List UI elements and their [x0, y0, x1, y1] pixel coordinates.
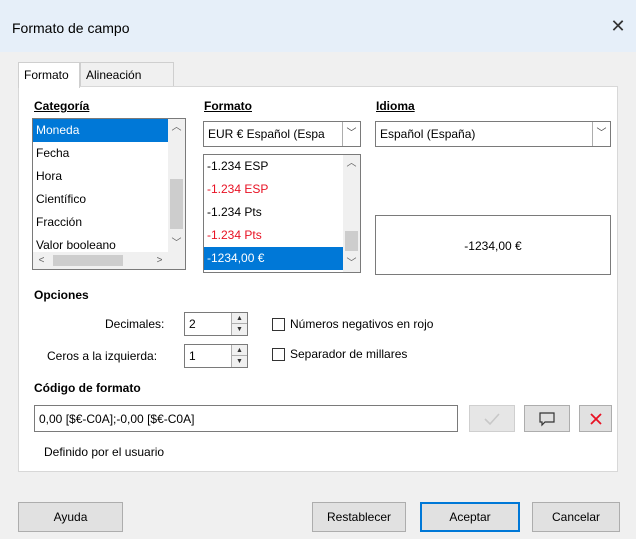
scroll-left-icon[interactable]: < — [33, 252, 50, 269]
codigo-value: 0,00 [$€-C0A];-0,00 [$€-C0A] — [39, 412, 195, 426]
scroll-down-icon[interactable]: ﹀ — [343, 255, 360, 272]
idioma-label: Idioma — [376, 99, 415, 113]
help-button[interactable]: Ayuda — [18, 502, 123, 532]
chevron-down-icon[interactable]: ﹀ — [342, 122, 360, 146]
categoria-label: Categoría — [34, 99, 89, 113]
close-icon[interactable]: ✕ — [608, 16, 628, 36]
formato-item[interactable]: -1234,00 € — [204, 247, 360, 270]
idioma-label-text: Idioma — [376, 99, 415, 113]
formato-vscrollbar[interactable]: ︿ ﹀ — [343, 155, 360, 272]
categoria-item-fraccion[interactable]: Fracción — [33, 211, 185, 234]
title-bar: Formato de campo ✕ — [0, 0, 636, 52]
idioma-combo[interactable]: Español (España) ﹀ — [375, 121, 611, 147]
comment-button[interactable] — [524, 405, 570, 432]
reset-button[interactable]: Restablecer — [312, 502, 406, 532]
cancel-button[interactable]: Cancelar — [532, 502, 620, 532]
spin-up-icon[interactable]: ▲ — [231, 345, 247, 356]
spin-up-icon[interactable]: ▲ — [231, 313, 247, 324]
categoria-item-cientifico[interactable]: Científico — [33, 188, 185, 211]
separador-millares-label: Separador de millares — [290, 347, 408, 361]
delete-code-button[interactable] — [579, 405, 612, 432]
formato-panel: Categoría Moneda Fecha Hora Científico F… — [18, 86, 618, 472]
codigo-status: Definido por el usuario — [44, 445, 165, 459]
comment-icon — [539, 411, 555, 426]
scroll-thumb[interactable] — [170, 179, 183, 229]
formato-item[interactable]: -1.234 ESP — [204, 155, 360, 178]
spin-down-icon[interactable]: ▼ — [231, 356, 247, 367]
delete-icon — [589, 412, 602, 425]
categoria-label-text: Categoría — [34, 99, 90, 113]
ceros-value: 1 — [189, 349, 196, 363]
formato-item[interactable]: -1.234 Pts — [204, 201, 360, 224]
tab-alineacion[interactable]: Alineación — [80, 62, 174, 87]
decimales-stepper[interactable]: 2 ▲ ▼ — [184, 312, 248, 336]
scroll-thumb[interactable] — [345, 231, 358, 251]
checkbox-icon[interactable] — [272, 317, 285, 331]
categoria-list[interactable]: Moneda Fecha Hora Científico Fracción Va… — [32, 118, 186, 270]
format-preview: -1234,00 € — [375, 215, 611, 275]
chevron-down-icon[interactable]: ﹀ — [592, 122, 610, 146]
scroll-down-icon[interactable]: ﹀ — [168, 235, 185, 252]
scroll-right-icon[interactable]: > — [151, 252, 168, 269]
negativos-rojo-checkbox[interactable]: Números negativos en rojo — [272, 317, 433, 331]
formato-label-text: Formato — [204, 99, 252, 113]
categoria-item-hora[interactable]: Hora — [33, 165, 185, 188]
hscroll-thumb[interactable] — [53, 255, 123, 266]
negativos-rojo-label: Números negativos en rojo — [290, 317, 434, 331]
tab-formato[interactable]: Formato — [18, 62, 80, 88]
spin-down-icon[interactable]: ▼ — [231, 324, 247, 335]
ceros-label: Ceros a la izquierda: — [47, 349, 158, 363]
decimales-value: 2 — [189, 317, 196, 331]
scroll-up-icon[interactable]: ︿ — [168, 119, 185, 136]
codigo-label: Código de formato — [34, 381, 141, 395]
preview-text: -1234,00 € — [464, 239, 522, 253]
check-icon — [484, 412, 500, 425]
categoria-hscrollbar[interactable]: < > — [33, 252, 185, 269]
confirm-code-button[interactable] — [469, 405, 515, 432]
categoria-vscrollbar[interactable]: ︿ ﹀ — [168, 119, 185, 252]
formato-item[interactable]: -1.234 ESP — [204, 178, 360, 201]
scroll-up-icon[interactable]: ︿ — [343, 155, 360, 172]
formato-combo[interactable]: EUR € Español (Espa ﹀ — [203, 121, 361, 147]
ok-button[interactable]: Aceptar — [420, 502, 520, 532]
formato-list[interactable]: -1.234 ESP -1.234 ESP -1.234 Pts -1.234 … — [203, 154, 361, 273]
formato-combo-value: EUR € Español (Espa — [208, 127, 325, 141]
categoria-item-fecha[interactable]: Fecha — [33, 142, 185, 165]
formato-item[interactable]: -1.234 Pts — [204, 224, 360, 247]
ceros-stepper[interactable]: 1 ▲ ▼ — [184, 344, 248, 368]
dialog-title: Formato de campo — [12, 20, 130, 36]
codigo-input[interactable]: 0,00 [$€-C0A];-0,00 [$€-C0A] — [34, 405, 458, 432]
opciones-label: Opciones — [34, 288, 89, 302]
idioma-combo-value: Español (España) — [380, 127, 476, 141]
checkbox-icon[interactable] — [272, 347, 285, 361]
decimales-label: Decimales: — [105, 317, 165, 331]
categoria-item-moneda[interactable]: Moneda — [33, 119, 185, 142]
separador-millares-checkbox[interactable]: Separador de millares — [272, 347, 407, 361]
dialog-body: Formato Alineación Categoría Moneda Fech… — [0, 52, 636, 539]
formato-label: Formato — [204, 99, 252, 113]
